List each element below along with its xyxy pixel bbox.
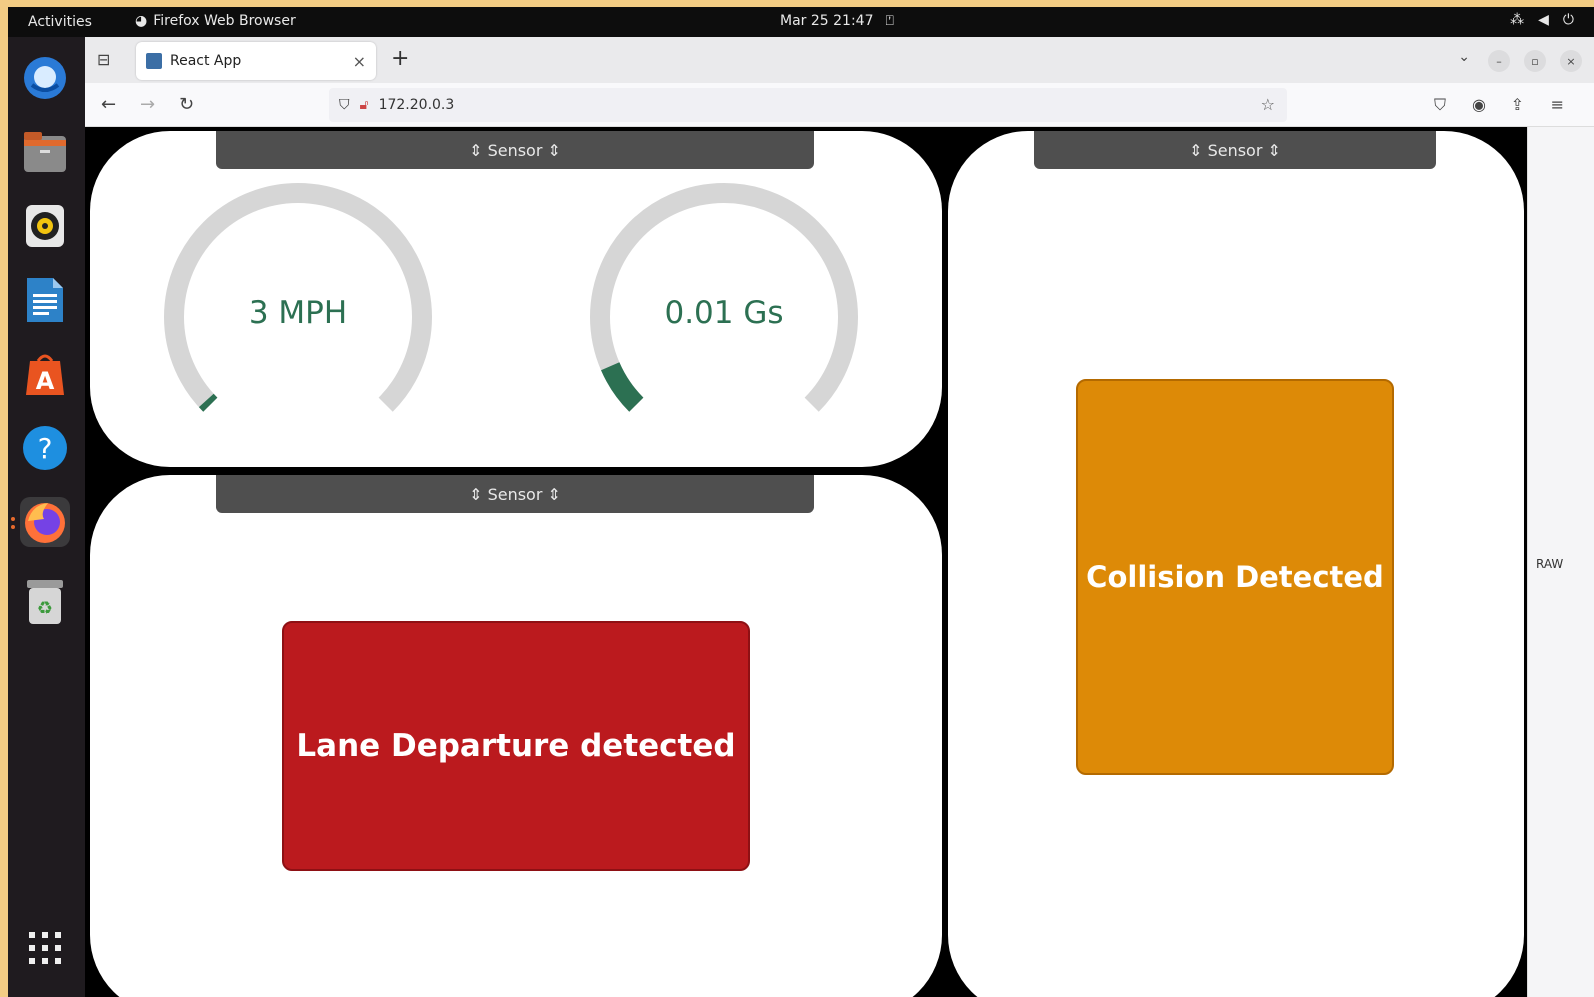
app-center-icon[interactable]: A	[20, 349, 70, 399]
dock: A ? ♻	[8, 37, 85, 997]
sensor-drag-handle[interactable]: ⇕ Sensor ⇕	[1034, 131, 1436, 169]
clock-label: Mar 25 21:47	[780, 13, 874, 29]
tab-title: React App	[170, 53, 242, 69]
network-icon: ⁂	[1510, 12, 1525, 28]
app-grid-icon[interactable]	[20, 923, 70, 973]
page-content: ⇕ Sensor ⇕ 3 MPH 0.01 Gs ⇕ Sensor ⇕ Lane…	[85, 127, 1527, 997]
speed-gauge-label: 3 MPH	[248, 295, 348, 331]
shield-icon[interactable]: ⛉	[339, 97, 350, 113]
url-bar[interactable]: ⛉ 🔓︎ 172.20.0.3 ☆	[329, 88, 1287, 122]
desktop-screen: Activities ◕ Firefox Web Browser Mar 25 …	[8, 7, 1594, 997]
activities-button[interactable]: Activities	[28, 14, 92, 30]
thunderbird-icon[interactable]	[20, 53, 70, 103]
tab-bar: ⊟ React App × + ⌄ – ▫ ×	[85, 37, 1594, 83]
trash-icon[interactable]: ♻	[20, 577, 70, 627]
pocket-icon[interactable]: ⛉	[1434, 95, 1446, 115]
sensor-drag-handle[interactable]: ⇕ Sensor ⇕	[216, 475, 814, 513]
volume-icon: ◀︎	[1538, 12, 1549, 28]
close-window-icon[interactable]: ×	[1560, 50, 1582, 72]
menu-icon[interactable]: ≡	[1551, 95, 1564, 114]
url-text[interactable]: 172.20.0.3	[379, 97, 455, 113]
svg-text:♻: ♻	[37, 598, 53, 619]
account-icon[interactable]: ◉	[1472, 95, 1486, 114]
collision-alert: Collision Detected	[1076, 379, 1394, 775]
power-icon: ⏻	[1562, 12, 1574, 28]
tab-list-icon[interactable]: ⊟	[97, 50, 110, 69]
speed-gauge-fill	[198, 393, 218, 412]
acceleration-gauge-fill	[601, 362, 644, 412]
writer-icon[interactable]	[20, 275, 70, 325]
collision-alert-text: Collision Detected	[1086, 560, 1384, 594]
lane-departure-panel: ⇕ Sensor ⇕ Lane Departure detected	[90, 475, 942, 997]
forward-icon[interactable]: →	[140, 94, 155, 115]
speed-gauge: 3 MPH	[156, 175, 440, 425]
favicon-icon	[146, 53, 162, 69]
new-tab-icon[interactable]: +	[391, 46, 409, 71]
extensions-icon[interactable]: ⇪	[1511, 95, 1524, 114]
back-icon[interactable]: ←	[101, 94, 116, 115]
close-tab-icon[interactable]: ×	[353, 52, 366, 71]
navigation-bar: ← → ↻ ⛉ 🔓︎ 172.20.0.3 ☆ ⛉ ◉ ⇪ ≡	[85, 83, 1594, 127]
app-menu[interactable]: ◕ Firefox Web Browser	[135, 13, 296, 29]
acceleration-gauge-label: 0.01 Gs	[664, 295, 784, 331]
help-icon[interactable]: ?	[20, 423, 70, 473]
svg-text:?: ?	[38, 432, 53, 465]
firefox-window: ⊟ React App × + ⌄ – ▫ × ← → ↻ ⛉ 🔓︎ 172.2…	[85, 37, 1594, 997]
chevron-down-icon[interactable]: ⌄	[1458, 49, 1470, 65]
firefox-icon[interactable]	[20, 497, 70, 547]
lock-icon[interactable]: 🔓︎	[360, 97, 369, 113]
lane-departure-alert-text: Lane Departure detected	[296, 728, 736, 764]
restore-icon[interactable]: ▫	[1524, 50, 1546, 72]
running-indicator	[11, 517, 15, 521]
lane-departure-alert: Lane Departure detected	[282, 621, 750, 871]
files-icon[interactable]	[20, 127, 70, 177]
tab-react-app[interactable]: React App ×	[136, 42, 376, 80]
notification-icon: ⍞	[885, 13, 894, 29]
app-menu-label: Firefox Web Browser	[153, 13, 296, 29]
system-top-bar: Activities ◕ Firefox Web Browser Mar 25 …	[8, 7, 1594, 37]
collision-panel: ⇕ Sensor ⇕ Collision Detected	[948, 131, 1524, 997]
raw-sidebar[interactable]: RAW	[1527, 127, 1594, 997]
reload-icon[interactable]: ↻	[179, 94, 194, 115]
rhythmbox-icon[interactable]	[20, 201, 70, 251]
running-indicator	[11, 525, 15, 529]
bookmark-star-icon[interactable]: ☆	[1261, 95, 1275, 114]
minimize-icon[interactable]: –	[1488, 50, 1510, 72]
svg-text:A: A	[36, 367, 55, 395]
acceleration-gauge: 0.01 Gs	[582, 175, 866, 425]
raw-label[interactable]: RAW	[1536, 557, 1563, 571]
gauges-panel: ⇕ Sensor ⇕ 3 MPH 0.01 Gs	[90, 131, 942, 467]
clock[interactable]: Mar 25 21:47 ⍞	[780, 13, 894, 29]
sensor-drag-handle[interactable]: ⇕ Sensor ⇕	[216, 131, 814, 169]
firefox-small-icon: ◕	[135, 13, 148, 29]
system-tray[interactable]: ⁂ ◀︎ ⏻	[1510, 12, 1574, 28]
